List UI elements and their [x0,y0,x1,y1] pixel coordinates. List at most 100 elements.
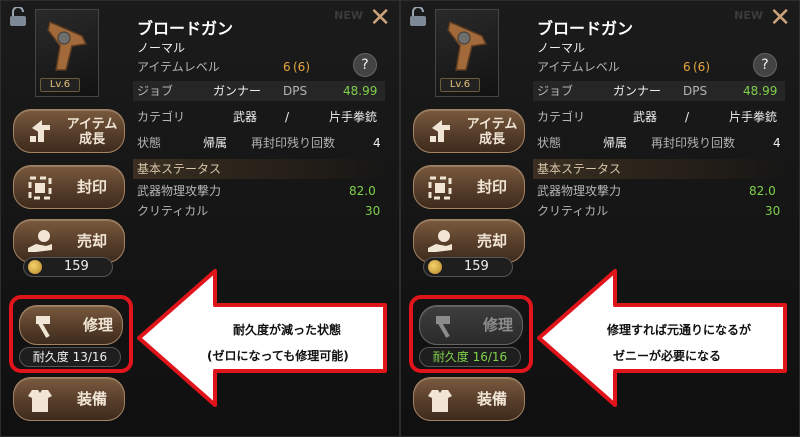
dps-label: DPS [683,84,708,98]
item-level-label: アイテムレベル [537,60,620,74]
item-name: ブロードガン [537,19,634,38]
section-title: 基本ステータス [133,159,385,179]
new-tag: NEW [334,9,363,22]
equip-button[interactable]: 装備 [13,377,125,421]
seal-button[interactable]: 封印 [13,165,125,209]
stat2-label: クリティカル [137,204,209,218]
job-label: ジョブ [137,84,174,98]
item-level-row: アイテムレベル 6 (6) [533,57,785,77]
grow-item-button[interactable]: アイテム 成長 [413,109,525,153]
job-row: ジョブ ガンナー DPS 48.99 [533,81,785,101]
dps-label: DPS [283,84,308,98]
category-value: 武器 [233,110,258,124]
item-thumbnail: Lv.6 [435,9,499,97]
stat2-label: クリティカル [537,204,609,218]
grow-item-button[interactable]: アイテム 成長 [13,109,125,153]
grow-label-1: アイテム [66,117,118,132]
close-icon[interactable]: ✕ [369,5,391,31]
sell-hand-icon [428,230,452,252]
callout-line-2: (ゼロになっても修理可能) [207,349,349,363]
reseal-value: 4 [373,136,381,150]
item-level-row: アイテムレベル 6 (6) [133,57,385,77]
category-row: カテゴリ 武器 / 片手拳銃 [533,107,785,127]
category-sub: 片手拳銃 [329,110,378,124]
seal-icon [428,176,452,200]
sell-label: 売却 [76,232,107,250]
category-sub: 片手拳銃 [729,110,778,124]
job-label: ジョブ [537,84,574,98]
level-badge: Lv.6 [440,78,480,92]
dps-value: 48.99 [343,84,378,98]
help-button[interactable]: ? [753,53,777,77]
level-badge: Lv.6 [40,78,80,92]
equip-label: 装備 [476,390,507,408]
grow-arrow-icon [30,120,50,142]
revolver-icon [447,20,488,71]
state-value: 帰属 [203,136,228,150]
reseal-label: 再封印残り回数 [251,136,336,150]
item-level-value: 6 [683,60,691,74]
stat1-label: 武器物理攻撃力 [537,184,622,198]
armor-icon [428,390,452,412]
job-row: ジョブ ガンナー DPS 48.99 [133,81,385,101]
stat-row-attack: 武器物理攻撃力 82.0 [533,181,785,201]
stat-row-critical: クリティカル 30 [133,201,385,221]
help-button[interactable]: ? [353,53,377,77]
equip-label: 装備 [76,390,107,408]
callout-line-1: 耐久度が減った状態 [233,323,342,337]
state-row: 状態 帰属 再封印残り回数 4 [533,133,785,153]
category-value: 武器 [633,110,658,124]
state-value: 帰属 [603,136,628,150]
category-label: カテゴリ [537,110,586,124]
seal-icon [28,176,52,200]
seal-label: 封印 [476,178,507,196]
state-label: 状態 [537,136,562,150]
state-row: 状態 帰属 再封印残り回数 4 [133,133,385,153]
new-tag: NEW [734,9,763,22]
item-name: ブロードガン [137,19,234,38]
armor-icon [28,390,52,412]
stat-row-attack: 武器物理攻撃力 82.0 [133,181,385,201]
stat1-value: 82.0 [349,184,376,198]
stat1-label: 武器物理攻撃力 [137,184,222,198]
seal-label: 封印 [76,178,107,196]
unlock-icon[interactable] [9,7,27,27]
stat2-value: 30 [365,204,381,218]
grow-label-2: 成長 [478,132,505,147]
state-label: 状態 [137,136,162,150]
unlock-icon[interactable] [409,7,427,27]
category-row: カテゴリ 武器 / 片手拳銃 [133,107,385,127]
item-level-paren: (6) [693,60,710,74]
item-level-paren: (6) [293,60,310,74]
grow-label-1: アイテム [466,117,518,132]
category-separator: / [685,110,690,124]
highlight-box [409,295,533,373]
seal-button[interactable]: 封印 [413,165,525,209]
callout-line-1: 修理すれば元通りになるが [607,323,752,337]
job-value: ガンナー [613,84,662,98]
category-label: カテゴリ [137,110,186,124]
sell-label: 売却 [476,232,507,250]
grow-arrow-icon [430,120,450,142]
stat1-value: 82.0 [749,184,776,198]
highlight-box [9,295,133,373]
item-rarity: ノーマル [137,41,186,55]
sell-hand-icon [28,230,52,252]
item-panel-after: NEW ✕ Lv.6 ブロードガン ノーマル アイテムレベル 6 (6) ? ジ… [400,0,800,437]
sell-price: 159 [423,257,513,277]
dps-value: 48.99 [743,84,778,98]
close-icon[interactable]: ✕ [769,5,791,31]
coin-icon [28,260,42,274]
item-level-label: アイテムレベル [137,60,220,74]
sell-price-value: 159 [464,259,489,274]
reseal-value: 4 [773,136,781,150]
coin-icon [428,260,442,274]
section-title: 基本ステータス [533,159,785,179]
sell-price: 159 [23,257,113,277]
callout-line-2: ゼニーが必要になる [613,349,722,363]
equip-button[interactable]: 装備 [413,377,525,421]
item-thumbnail: Lv.6 [35,9,99,97]
item-rarity: ノーマル [537,41,586,55]
revolver-icon [47,20,88,71]
category-separator: / [285,110,290,124]
